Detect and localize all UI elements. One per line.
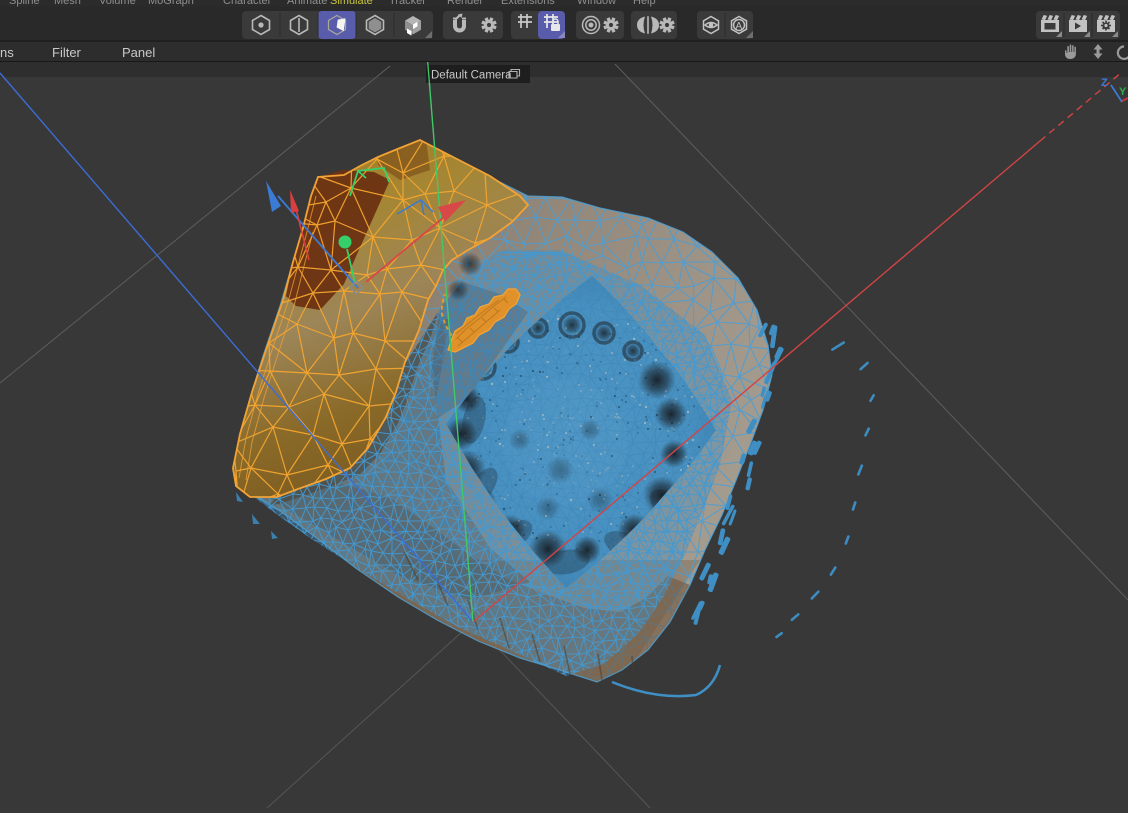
svg-text:Y: Y — [1119, 86, 1127, 98]
svg-text:A: A — [736, 21, 743, 32]
svg-text:Z: Z — [1101, 77, 1108, 89]
svg-text:Default Camera: Default Camera — [431, 70, 512, 82]
